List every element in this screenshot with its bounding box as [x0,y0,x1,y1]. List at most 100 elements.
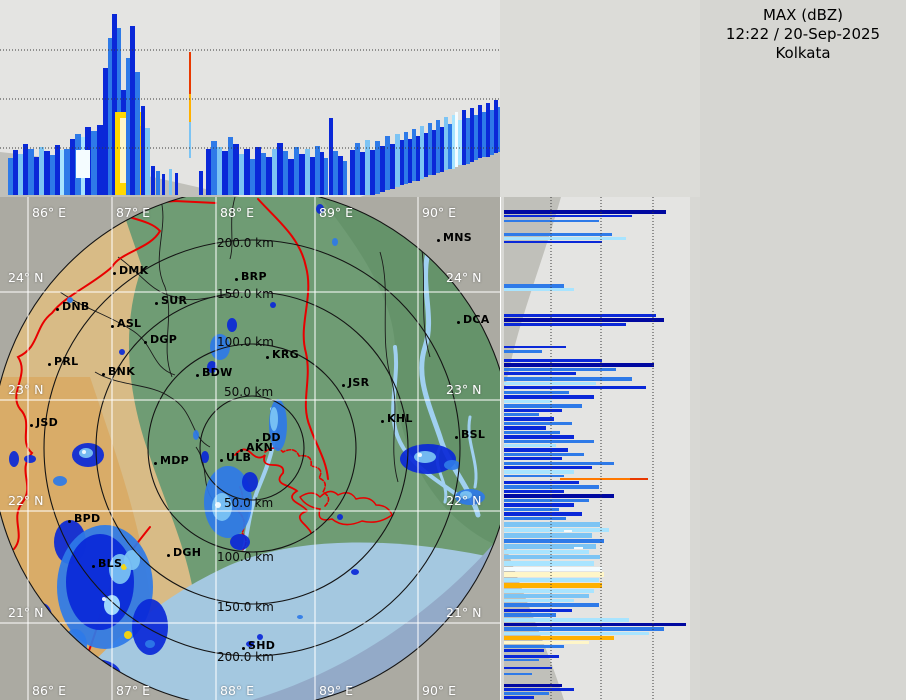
echo-bar [470,108,474,162]
echo-bar [504,466,592,469]
echo-bar [504,377,632,381]
echo-bar [64,149,70,195]
echo-bar [504,583,602,588]
echo-bar [504,386,646,389]
echo-bar [504,368,616,371]
echo-bar [390,144,395,189]
station-dot [437,239,440,242]
echo-bar [504,673,532,675]
echo-bar [504,382,596,385]
echo-bar [504,475,564,477]
precip-echo [418,453,422,457]
echo-bar [320,152,324,195]
echo-bar [504,539,604,543]
product-title: MAX (dBZ) [700,6,906,24]
top-projection-canvas [0,0,500,197]
echo-bar [504,400,552,403]
station-label: ULB [226,451,251,464]
range-ring-label: 50.0 km [224,385,273,399]
side-projection-canvas [504,197,690,700]
echo-bar [564,530,572,532]
station-dot [155,302,158,305]
range-ring-label: 200.0 km [217,236,274,250]
echo-bar [370,150,375,195]
echo-bar [504,470,574,474]
echo-bar [76,150,90,178]
precip-echo [297,615,303,619]
echo-bar [310,157,315,195]
lon-label: 90° E [422,683,456,698]
station-dot [144,341,147,344]
echo-bar [504,599,574,602]
station-dot [266,356,269,359]
precip-echo [9,451,19,467]
echo-bar [360,152,365,195]
lat-label: 21° N [446,605,481,620]
blind-cone-top [504,197,561,392]
echo-bar [504,422,572,425]
echo-bar [504,561,594,566]
echo-bar [482,112,486,157]
station-label: DMK [119,264,149,277]
echo-bar [504,417,554,421]
station-label: BDW [202,366,233,379]
echo-bar [504,659,539,661]
echo-bar [504,623,686,626]
echo-bar [504,692,549,695]
echo-bar [504,550,589,554]
echo-bar [504,517,566,520]
echo-bar [428,123,432,175]
precip-echo [79,448,93,458]
station-dot [48,363,51,366]
radar-site-name: Kolkata [700,44,906,62]
echo-bar [272,149,277,195]
echo-bar [338,156,343,195]
lon-label: 87° E [116,683,150,698]
echo-bar [97,125,103,195]
echo-bar [504,457,562,460]
echo-bar [504,404,582,408]
precip-echo [124,550,140,570]
station-dot [167,554,170,557]
echo-bar [504,440,594,443]
lon-label: 89° E [319,683,353,698]
station-label: MNS [443,231,472,244]
echo-bar [504,363,654,367]
echo-bar [504,215,632,217]
echo-bar [504,618,629,622]
precip-echo [193,430,199,440]
echo-bar [408,139,412,183]
precip-echo [242,472,258,492]
echo-bar [189,94,191,122]
echo-bar [103,68,108,195]
echo-bar [436,120,440,173]
station-dot [196,374,199,377]
station-dot [457,321,460,324]
echo-bar [504,444,556,447]
echo-bar [255,147,261,195]
echo-bar [444,117,448,170]
echo-bar [380,146,385,192]
echo-bar [294,147,299,195]
echo-bar [504,490,564,493]
vertical-projection-top-panel [0,0,500,197]
station-dot [342,384,345,387]
station-label: DGP [150,333,177,346]
range-ring-label: 150.0 km [217,600,274,614]
echo-bar [8,158,13,195]
station-dot [30,424,33,427]
lon-label: 90° E [422,205,456,220]
vertical-projection-side-panel [504,197,690,700]
echo-bar [504,533,592,538]
echo-bar [239,154,244,195]
echo-bar [350,150,355,195]
precip-echo [351,569,359,575]
legend-panel: MAX (dBZ) 12:22 / 20-Sep-2025 Kolkata 60… [700,0,906,700]
station-label: PRL [54,355,78,368]
echo-bar [504,499,589,502]
echo-bar [504,323,626,326]
echo-bar [412,129,416,181]
lon-label: 89° E [319,205,353,220]
precip-echo [124,631,132,639]
station-label: SHD [248,639,275,652]
